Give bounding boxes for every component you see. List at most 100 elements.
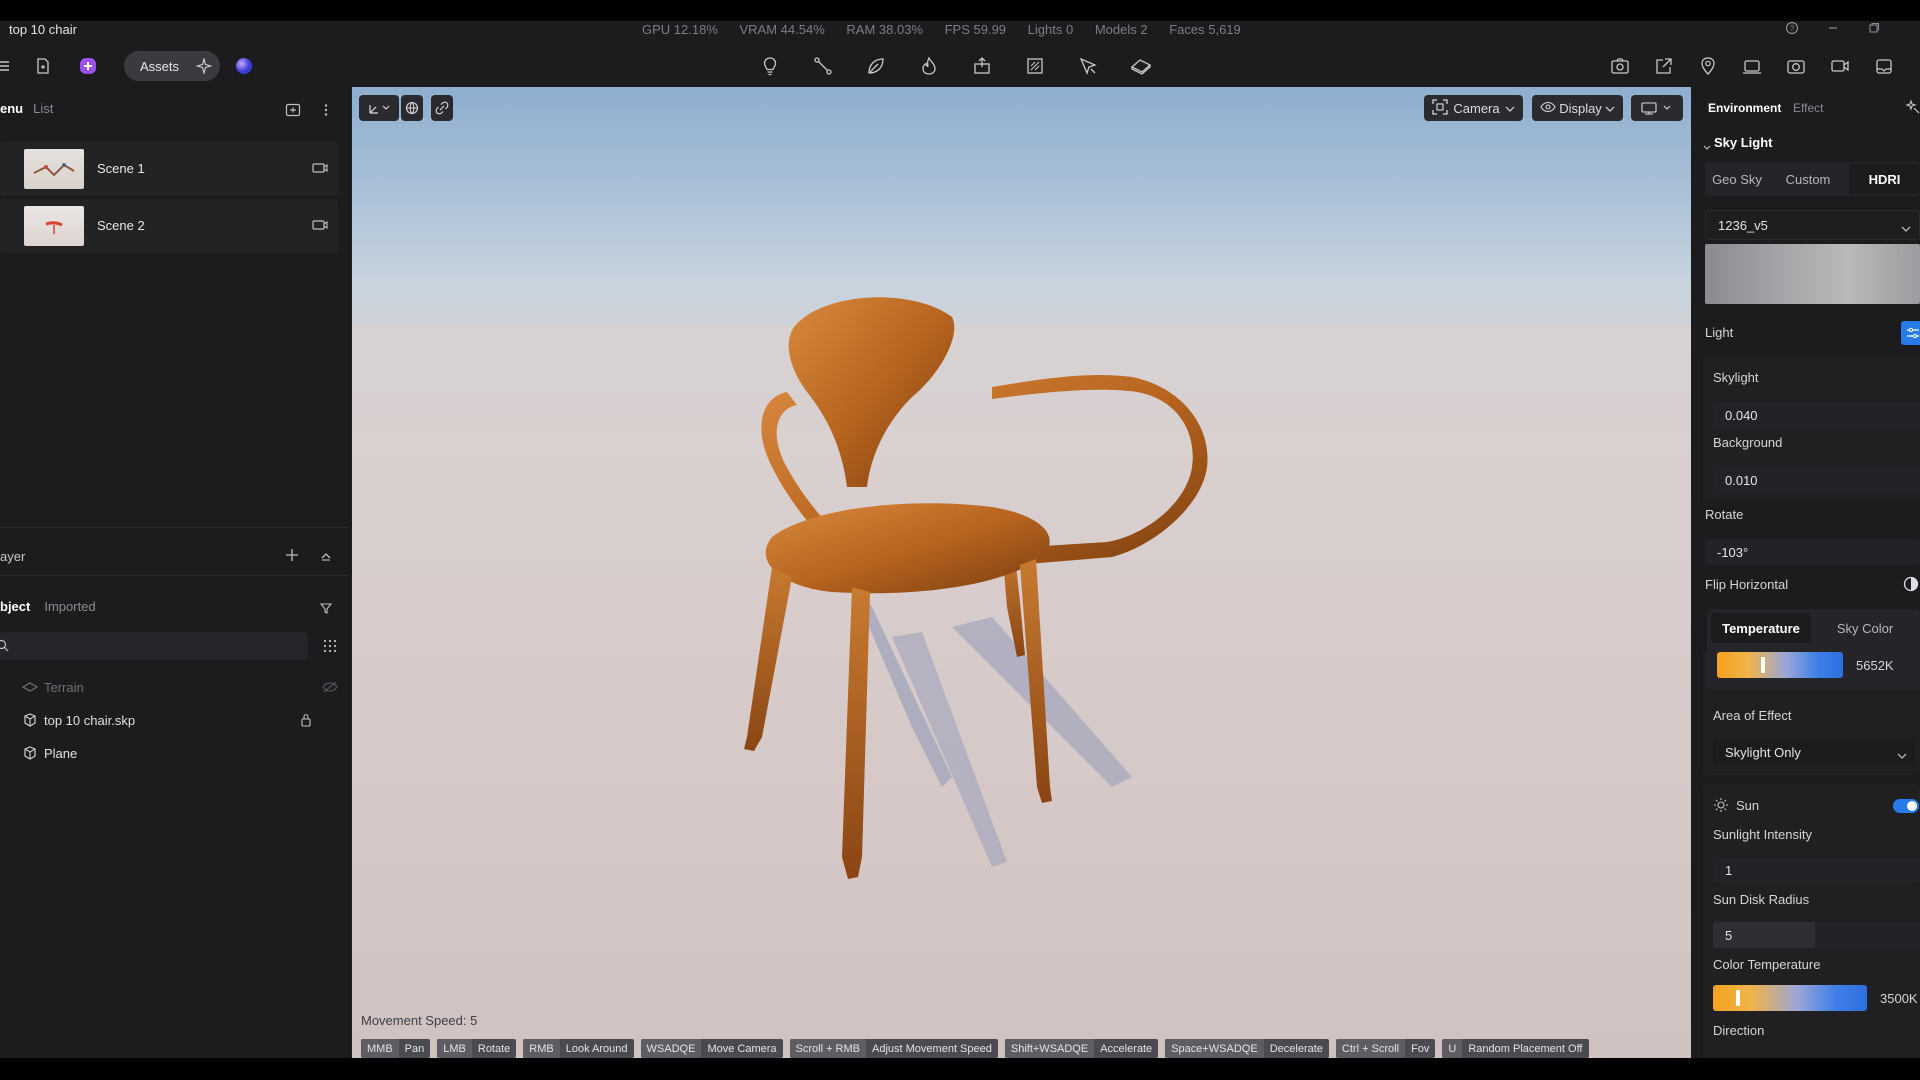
render-image-icon[interactable] <box>1606 52 1634 80</box>
light-bulb-icon[interactable] <box>756 52 784 80</box>
chair-model-render[interactable] <box>352 87 1691 1058</box>
video-camera-icon[interactable] <box>1826 52 1854 80</box>
main-toolbar: Assets <box>0 47 1920 87</box>
assets-button[interactable]: Assets <box>124 51 220 81</box>
scene-item-1[interactable]: Scene 1 <box>0 142 338 196</box>
minimize-icon[interactable] <box>1826 21 1840 38</box>
hint-fov: Ctrl + Scroll Fov <box>1335 1039 1436 1058</box>
scene-item-2[interactable]: Scene 2 <box>0 199 338 253</box>
app-window: top 10 chair GPU 12.18% VRAM 44.54% RAM … <box>0 21 1920 1058</box>
area-of-effect-select[interactable]: Skylight Only <box>1713 739 1915 765</box>
tree-item-terrain[interactable]: Terrain <box>22 676 84 698</box>
stat-models: Models 2 <box>1094 22 1148 37</box>
ai-plus-icon[interactable] <box>74 52 102 80</box>
eraser-icon[interactable] <box>1127 52 1155 80</box>
panorama-icon[interactable] <box>1738 52 1766 80</box>
hint-desc: Fov <box>1411 1042 1430 1055</box>
object-search-input[interactable] <box>0 632 308 660</box>
section-plane-icon[interactable] <box>1021 52 1049 80</box>
sun-toggle[interactable] <box>1893 799 1919 813</box>
temperature-slider[interactable] <box>1717 652 1843 678</box>
tab-object[interactable]: bject <box>0 599 30 614</box>
seg-geo-sky[interactable]: Geo Sky <box>1705 164 1769 194</box>
material-sphere-icon[interactable] <box>230 52 258 80</box>
object-tabs: bject Imported <box>0 599 96 614</box>
sun-settings-box <box>1703 784 1920 1058</box>
sun-label: Sun <box>1736 798 1760 813</box>
sunlight-intensity-input[interactable]: 1 <box>1713 857 1920 883</box>
hdri-preview[interactable] <box>1705 244 1920 304</box>
tree-item-label: top 10 chair.skp <box>44 712 136 728</box>
tab-menu[interactable]: enu <box>0 101 23 116</box>
export-icon[interactable] <box>1650 52 1678 80</box>
camera-dropdown[interactable]: Camera <box>1424 95 1523 121</box>
sparkle-icon[interactable] <box>194 56 214 76</box>
hint-desc: Decelerate <box>1269 1042 1323 1055</box>
slider-thumb[interactable] <box>1736 990 1740 1006</box>
rotate-input[interactable]: -103° <box>1705 539 1920 565</box>
filter-icon[interactable] <box>319 601 333 617</box>
display-dropdown[interactable]: Display <box>1532 95 1623 121</box>
world-coordinates-icon[interactable] <box>401 95 423 121</box>
sun-disk-radius-input[interactable]: 5 <box>1713 922 1920 948</box>
seg-hdri[interactable]: HDRI <box>1849 164 1920 194</box>
new-file-icon[interactable] <box>29 52 57 80</box>
tab-list[interactable]: List <box>33 101 53 116</box>
area-of-effect-label: Area of Effect <box>1713 708 1792 723</box>
light-settings-icon[interactable] <box>1901 321 1920 345</box>
tab-imported[interactable]: Imported <box>44 599 95 614</box>
tab-environment[interactable]: Environment <box>1708 101 1781 115</box>
view-mode-dropdown[interactable] <box>1631 95 1683 121</box>
3d-viewport[interactable]: Camera Display Movement Speed: 5 MMB Pan … <box>352 87 1691 1058</box>
seg-custom[interactable]: Custom <box>1773 164 1843 194</box>
slider-thumb[interactable] <box>1761 657 1765 673</box>
menu-icon[interactable] <box>0 52 20 80</box>
annotation-pen-icon[interactable] <box>1074 52 1102 80</box>
help-icon[interactable]: ? <box>1785 21 1799 38</box>
add-scene-icon[interactable] <box>285 103 301 120</box>
sun-icon <box>1713 797 1729 816</box>
hdri-select[interactable]: 1236_v5 <box>1705 210 1920 240</box>
background-input[interactable]: 0.010 <box>1713 467 1920 493</box>
performance-stats: GPU 12.18% VRAM 44.54% RAM 38.03% FPS 59… <box>642 22 1259 37</box>
add-layer-icon[interactable] <box>285 548 299 565</box>
hint-key: Shift+WSADQE <box>1004 1039 1095 1058</box>
transform-tool-dropdown[interactable] <box>359 95 399 121</box>
hint-desc: Random Placement Off <box>1468 1042 1583 1055</box>
leaf-plant-icon[interactable] <box>862 52 890 80</box>
scene-camera-icon[interactable] <box>312 161 330 175</box>
tab-temperature[interactable]: Temperature <box>1711 613 1811 643</box>
skylight-input[interactable]: 0.040 <box>1713 402 1920 428</box>
panel-divider <box>0 575 350 576</box>
hint-key: Scroll + RMB <box>789 1039 867 1058</box>
keyboard-hints-bar: MMB Pan LMB Rotate RMB Look Around WSADQE Mo… <box>361 1039 1596 1058</box>
color-temperature-slider[interactable] <box>1713 985 1867 1011</box>
stat-fps: FPS 59.99 <box>944 22 1007 37</box>
tab-effect[interactable]: Effect <box>1793 101 1823 115</box>
tree-item-plane[interactable]: Plane <box>22 742 77 764</box>
grid-view-icon[interactable] <box>323 639 337 656</box>
link-tool-icon[interactable] <box>431 95 453 121</box>
hidden-eye-icon[interactable] <box>322 680 338 696</box>
collapse-icon[interactable] <box>320 549 332 565</box>
chevron-down-icon[interactable] <box>1703 139 1711 155</box>
tab-sky-color[interactable]: Sky Color <box>1815 613 1915 643</box>
restore-icon[interactable] <box>1867 21 1881 38</box>
more-options-icon[interactable] <box>323 103 329 120</box>
sky-light-section[interactable]: Sky Light <box>1714 135 1773 150</box>
gallery-icon[interactable] <box>1870 52 1898 80</box>
fire-effect-icon[interactable] <box>915 52 943 80</box>
tree-item-chair-model[interactable]: top 10 chair.skp <box>22 709 135 731</box>
path-tool-icon[interactable] <box>809 52 837 80</box>
scene-camera-icon[interactable] <box>312 218 330 232</box>
flip-toggle-icon[interactable] <box>1903 576 1919 595</box>
place-object-icon[interactable] <box>968 52 996 80</box>
location-pin-icon[interactable] <box>1694 52 1722 80</box>
background-value: 0.010 <box>1725 472 1758 488</box>
hint-key: Ctrl + Scroll <box>1335 1039 1406 1058</box>
hint-key: WSADQE <box>640 1039 702 1058</box>
lock-icon[interactable] <box>300 713 312 730</box>
magic-wand-icon[interactable] <box>1905 99 1920 118</box>
camera-icon[interactable] <box>1782 52 1810 80</box>
stat-faces: Faces 5,619 <box>1169 22 1241 37</box>
